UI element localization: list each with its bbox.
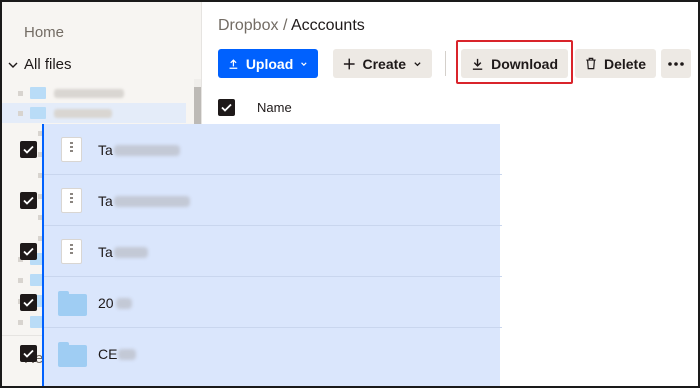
- delete-label: Delete: [603, 55, 646, 72]
- chevron-down-icon: [301, 61, 307, 66]
- app-window: Home All files ▼ Recents Dro: [0, 0, 700, 388]
- select-all-checkbox[interactable]: [218, 99, 235, 116]
- delete-button[interactable]: Delete: [575, 49, 656, 78]
- table-row[interactable]: Ta: [20, 226, 502, 277]
- file-name[interactable]: Ta: [98, 244, 113, 260]
- tree-bullet: [18, 319, 23, 325]
- create-label: Create: [362, 55, 407, 72]
- table-row[interactable]: Ta: [20, 175, 502, 226]
- folder-icon: [58, 342, 87, 367]
- breadcrumb-current: Acccounts: [290, 17, 365, 34]
- chevron-down-icon: [414, 61, 421, 66]
- plus-icon: [343, 58, 355, 69]
- checkmark-icon: [23, 247, 34, 256]
- file-name[interactable]: Ta: [98, 142, 113, 158]
- row-checkbox[interactable]: [20, 243, 37, 260]
- table-row[interactable]: Ta: [20, 124, 502, 175]
- column-header-name[interactable]: Name: [257, 100, 292, 115]
- file-list-header: Name: [202, 94, 698, 124]
- redacted-filename: [114, 196, 190, 207]
- tree-item[interactable]: [18, 83, 124, 103]
- download-highlight-box: [456, 40, 573, 84]
- row-checkbox[interactable]: [20, 294, 37, 311]
- sidebar-item-home[interactable]: Home: [24, 24, 64, 41]
- row-checkbox[interactable]: [20, 192, 37, 209]
- upload-icon: [229, 58, 238, 69]
- row-checkbox[interactable]: [20, 141, 37, 158]
- more-options-button[interactable]: [661, 49, 691, 78]
- table-row[interactable]: 20: [20, 277, 502, 328]
- tree-bullet: [18, 90, 23, 96]
- trash-icon: [586, 57, 596, 70]
- zip-file-icon: [61, 239, 82, 264]
- create-button[interactable]: Create: [333, 49, 432, 78]
- upload-button[interactable]: Upload: [218, 49, 318, 78]
- redacted-filename: [114, 145, 180, 156]
- breadcrumb-separator: /: [282, 17, 288, 34]
- redacted-label: [54, 88, 124, 98]
- file-name[interactable]: 20: [98, 295, 114, 311]
- row-checkbox[interactable]: [20, 345, 37, 362]
- folder-icon: [58, 291, 87, 316]
- sidebar-item-label: All files: [24, 56, 72, 73]
- zip-file-icon: [61, 137, 82, 162]
- toolbar-divider: [445, 51, 446, 76]
- chevron-down-icon[interactable]: [8, 60, 18, 70]
- ellipsis-icon: [668, 61, 684, 66]
- checkmark-icon: [23, 298, 34, 307]
- tree-bullet: [18, 110, 23, 116]
- folder-icon: [30, 107, 46, 119]
- checkmark-icon: [23, 196, 34, 205]
- file-list: Ta Ta Ta 20 CE: [20, 124, 502, 386]
- breadcrumb-root[interactable]: Dropbox: [218, 17, 278, 34]
- redacted-filename: [116, 298, 132, 309]
- upload-label: Upload: [245, 55, 294, 72]
- zip-file-icon: [61, 188, 82, 213]
- tree-bullet: [18, 277, 23, 283]
- file-name[interactable]: CE: [98, 346, 117, 362]
- breadcrumb: Dropbox / Acccounts: [218, 17, 365, 35]
- redacted-filename: [114, 247, 148, 258]
- redacted-filename: [118, 349, 136, 360]
- checkmark-icon: [23, 145, 34, 154]
- redacted-label: [54, 108, 112, 118]
- checkmark-icon: [221, 103, 232, 112]
- tree-item-selected[interactable]: [2, 103, 186, 123]
- folder-icon: [30, 87, 46, 99]
- file-name[interactable]: Ta: [98, 193, 113, 209]
- sidebar-item-all-files[interactable]: All files: [8, 56, 72, 73]
- checkmark-icon: [23, 349, 34, 358]
- table-row[interactable]: CE: [20, 328, 502, 379]
